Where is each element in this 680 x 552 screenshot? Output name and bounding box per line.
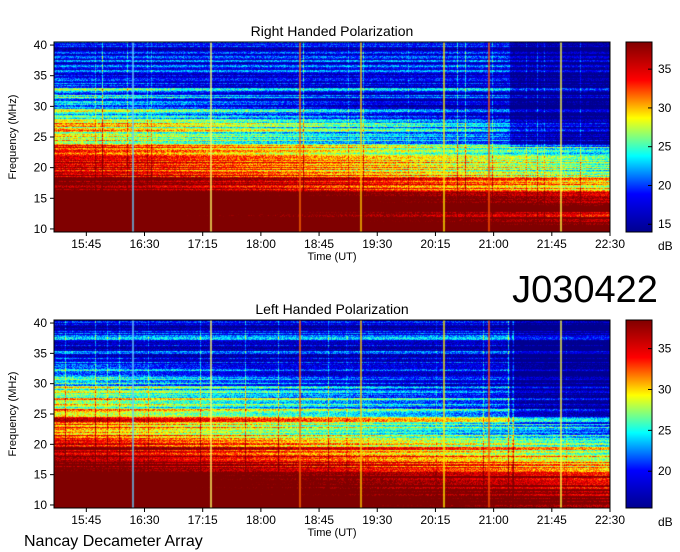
x-tick-label: 22:30	[595, 513, 625, 527]
colorbar-tick-label: 25	[658, 140, 672, 154]
y-axis-label: Frequency (MHz)	[7, 95, 19, 180]
x-tick-label: 17:15	[188, 237, 218, 251]
x-tick-label: 15:45	[71, 513, 101, 527]
x-tick-label: 21:00	[479, 513, 509, 527]
x-tick-label: 18:45	[304, 513, 334, 527]
y-tick-label: 40	[34, 38, 48, 52]
x-tick-label: 20:15	[420, 237, 450, 251]
y-tick-label: 35	[34, 346, 48, 360]
colorbar-tick-label: 15	[658, 217, 672, 231]
x-tick-label: 21:00	[479, 237, 509, 251]
spectrogram-image	[54, 42, 610, 232]
colorbar-tick-label: 30	[658, 382, 672, 396]
spectrogram-image	[54, 320, 610, 508]
y-axis-label: Frequency (MHz)	[7, 372, 19, 457]
x-tick-label: 19:30	[362, 237, 392, 251]
x-axis-label: Time (UT)	[307, 251, 356, 263]
x-tick-label: 18:45	[304, 237, 334, 251]
x-axis-label: Time (UT)	[307, 527, 356, 539]
y-tick-label: 25	[34, 130, 48, 144]
x-tick-label: 19:30	[362, 513, 392, 527]
x-tick-label: 21:45	[537, 237, 567, 251]
chart-panel-1: Right Handed Polarization 10 15 20 25 30 35 40 F…	[7, 23, 673, 263]
y-tick-label: 35	[34, 69, 48, 83]
y-tick-label: 10	[34, 498, 48, 512]
y-tick-label: 15	[34, 191, 48, 205]
x-tick-label: 16:30	[129, 513, 159, 527]
colorbar-tick-label: 20	[658, 178, 672, 192]
x-tick-label: 21:45	[537, 513, 567, 527]
x-tick-label: 18:00	[246, 237, 276, 251]
colorbar	[625, 41, 653, 233]
x-tick-label: 18:00	[246, 513, 276, 527]
colorbar-tick-label: 35	[658, 342, 672, 356]
x-tick-label: 20:15	[420, 513, 450, 527]
colorbar-tick-label: 20	[658, 464, 672, 478]
instrument-label: Nancay Decameter Array	[24, 533, 203, 550]
chart-panel-2: Left Handed Polarization 10 15 20 25 30 35 40 Fr…	[7, 301, 673, 539]
y-tick-label: 20	[34, 161, 48, 175]
chart-title: Left Handed Polarization	[255, 301, 408, 317]
x-tick-label: 17:15	[188, 513, 218, 527]
x-tick-label: 22:30	[595, 237, 625, 251]
chart-title: Right Handed Polarization	[251, 23, 414, 39]
x-tick-label: 16:30	[129, 237, 159, 251]
y-tick-label: 40	[34, 316, 48, 330]
colorbar-tick-label: 35	[658, 62, 672, 76]
y-tick-label: 15	[34, 468, 48, 482]
spectrogram-figure: J030422 Nancay Decameter Array Right Han…	[7, 23, 673, 550]
y-tick-label: 25	[34, 407, 48, 421]
y-tick-label: 30	[34, 99, 48, 113]
colorbar-tick-label: 25	[658, 423, 672, 437]
x-tick-label: 15:45	[71, 237, 101, 251]
colorbar-tick-label: 30	[658, 101, 672, 115]
y-tick-label: 20	[34, 437, 48, 451]
y-tick-label: 10	[34, 222, 48, 236]
colorbar-unit-label: dB	[658, 239, 673, 253]
y-tick-label: 30	[34, 377, 48, 391]
colorbar-unit-label: dB	[658, 515, 673, 529]
observation-id-label: J030422	[512, 269, 658, 311]
